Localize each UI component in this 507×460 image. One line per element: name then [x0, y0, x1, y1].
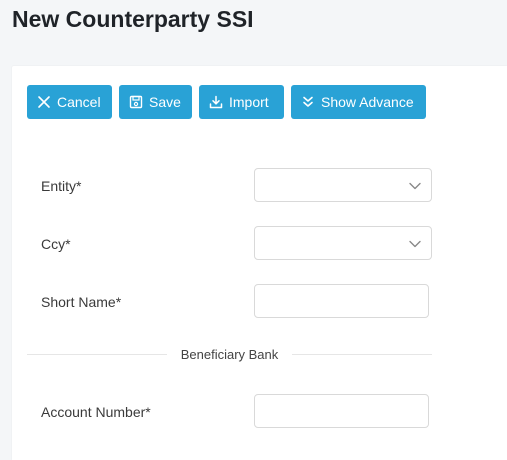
chevron-down-icon [408, 237, 422, 251]
close-icon [37, 95, 51, 109]
entity-select[interactable] [254, 168, 432, 202]
import-button-label: Import [229, 94, 269, 110]
toolbar: Cancel Save Import Show Advance [27, 85, 426, 119]
double-chevron-down-icon [301, 95, 315, 109]
form-panel: Cancel Save Import Show Advance Entity* … [12, 66, 507, 460]
import-button[interactable]: Import [199, 85, 284, 119]
page-title: New Counterparty SSI [12, 6, 254, 32]
short-name-label: Short Name* [41, 294, 122, 310]
save-button-label: Save [149, 94, 181, 110]
show-advance-button-label: Show Advance [321, 94, 414, 110]
account-number-input[interactable] [254, 394, 429, 428]
save-button[interactable]: Save [119, 85, 192, 119]
ccy-select[interactable] [254, 226, 432, 260]
cancel-button[interactable]: Cancel [27, 85, 112, 119]
entity-label: Entity* [41, 178, 82, 194]
beneficiary-bank-heading: Beneficiary Bank [180, 346, 279, 362]
chevron-down-icon [408, 179, 422, 193]
short-name-input[interactable] [254, 284, 429, 318]
divider-line [292, 353, 432, 355]
divider-line [27, 353, 167, 355]
beneficiary-bank-divider: Beneficiary Bank [27, 344, 432, 364]
save-icon [129, 95, 143, 109]
account-number-label: Account Number* [41, 404, 151, 420]
ccy-label: Ccy* [41, 236, 71, 252]
show-advance-button[interactable]: Show Advance [291, 85, 426, 119]
cancel-button-label: Cancel [57, 94, 101, 110]
download-icon [209, 95, 223, 109]
